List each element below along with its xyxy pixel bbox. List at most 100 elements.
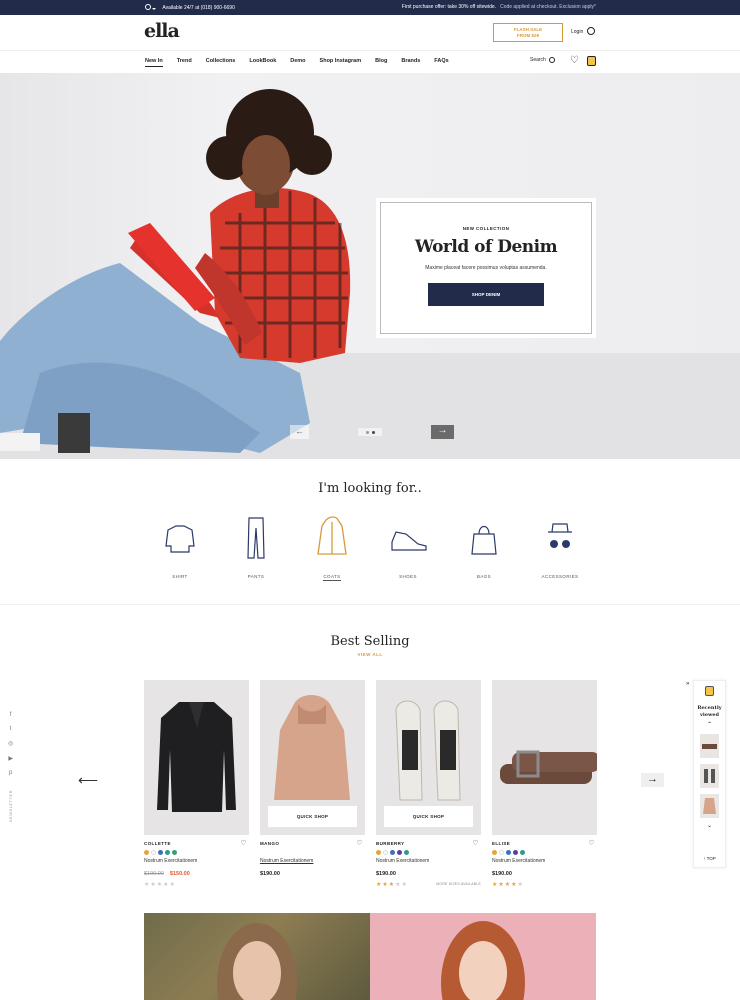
product-image[interactable] [492,680,597,835]
slide-dot[interactable] [365,430,369,434]
wishlist-heart-icon[interactable]: ♡ [588,839,595,847]
nav-item-lookbook[interactable]: LookBook [249,58,276,67]
product-card[interactable]: ELLISE ♡ Nostrum Exercitationem $190.00 ★… [492,680,597,888]
product-card[interactable]: QUICK SHOP MANGO ♡ Nostrum Exercitationem… [260,680,365,888]
chevron-down-icon [152,8,157,10]
youtube-icon[interactable]: ▶ [8,755,13,762]
category-bags[interactable]: BAGS [454,516,514,581]
recent-thumb-coat[interactable] [700,794,719,818]
products-prev-arrow-icon[interactable]: ⟵ [78,772,98,789]
login-link[interactable]: Login [571,29,583,35]
chevron-down-icon[interactable]: ⌄ [694,822,725,829]
top-announcement-bar: Available 24/7 at (018) 900-6690 First p… [0,0,740,15]
nav-item-blog[interactable]: Blog [375,58,387,67]
recently-viewed-panel: Recently viewed ⌃ ⌄ ↑ TOP [693,680,726,868]
product-brand: COLLETTE ♡ [144,839,247,847]
product-image[interactable]: QUICK SHOP [260,680,365,835]
instagram-icon[interactable]: ◎ [8,740,13,747]
product-price: $190.00 [492,871,512,877]
hero-title: World of Denim [414,237,558,257]
product-price: $190.00 [376,871,396,877]
product-brand: ELLISE ♡ [492,839,595,847]
nav-item-new-in[interactable]: New In [145,58,163,67]
hero-slider: NEW COLLECTION World of Denim Maxime pla… [0,73,740,459]
product-image[interactable] [144,680,249,835]
newsletter-link[interactable]: NEWSLETTER [8,790,13,822]
twitter-icon[interactable]: t [10,726,12,732]
search-button[interactable]: Search [530,57,555,63]
nav-item-trend[interactable]: Trend [177,58,192,67]
hero-prev-arrow-icon[interactable]: ← [290,425,309,439]
cart-bag-icon[interactable] [705,686,714,696]
hat-glasses-icon [548,523,572,548]
rating-stars: ★★★★★ [144,882,176,888]
color-swatches[interactable] [144,850,249,855]
product-name[interactable]: Nostrum Exercitationem [376,858,481,864]
back-to-top-button[interactable]: ↑ TOP [694,856,725,861]
recent-thumb-belt[interactable] [700,734,719,758]
recently-viewed-title: Recently viewed [697,705,722,718]
product-card[interactable]: QUICK SHOP BURBERRY ♡ Nostrum Exercitatio… [376,680,481,888]
chevron-up-icon[interactable]: ⌃ [694,721,725,728]
shop-denim-button[interactable]: SHOP DENIM [428,283,544,306]
quick-shop-button[interactable]: QUICK SHOP [384,806,473,827]
rating-stars: ★★★★★ [492,882,524,888]
best-selling-title: Best Selling [330,634,410,649]
wishlist-heart-icon[interactable]: ♡ [570,56,579,66]
nav-item-faqs[interactable]: FAQs [434,58,448,67]
product-image[interactable]: QUICK SHOP [376,680,481,835]
product-name[interactable]: Nostrum Exercitationem [144,858,249,864]
wishlist-heart-icon[interactable]: ♡ [240,839,247,847]
category-coats[interactable]: COATS [302,516,362,581]
nav-item-brands[interactable]: Brands [401,58,420,67]
color-swatches[interactable] [492,850,597,855]
products-next-arrow-icon[interactable]: → [641,773,664,787]
nav-item-collections[interactable]: Collections [206,58,236,67]
category-label: SHOES [399,574,417,579]
pinterest-icon[interactable]: p [9,770,12,776]
section-divider [0,604,740,605]
pants-icon [247,517,265,559]
availability-text: Available 24/7 at (018) 900-6690 [162,5,235,11]
wishlist-heart-icon[interactable]: ♡ [472,839,479,847]
globe-icon [145,4,151,10]
recent-thumb-sneakers[interactable] [700,764,719,788]
shoe-icon [391,531,427,551]
rating-stars: ★★★★★ MORE SIZES AVAILABLE [376,882,481,888]
nav-item-shop-instagram[interactable]: Shop Instagram [320,58,362,67]
category-shoes[interactable]: SHOES [378,516,438,581]
wishlist-heart-icon[interactable]: ♡ [356,839,363,847]
quick-shop-button[interactable]: QUICK SHOP [268,806,357,827]
nav-item-demo[interactable]: Demo [290,58,305,67]
hero-pagination [358,428,382,436]
language-selector[interactable] [145,4,157,12]
category-pants[interactable]: PANTS [226,516,286,581]
category-label: COATS [323,574,341,581]
user-icon[interactable] [587,27,595,35]
logo[interactable]: ella [144,20,180,42]
product-carousel: COLLETTE ♡ Nostrum Exercitationem $190.00… [144,680,597,888]
category-label: ACCESSORIES [541,574,579,579]
category-accessories[interactable]: ACCESSORIES [530,516,590,581]
category-shirt[interactable]: SHIRT [150,516,210,581]
recently-viewed-toggle-icon[interactable]: » [686,681,689,687]
flash-sale-line2: FROM $29 [516,33,539,38]
hero-promo-card: NEW COLLECTION World of Denim Maxime pla… [376,198,596,338]
banner-image-right[interactable] [370,913,596,1000]
bag-icon [471,525,497,555]
product-brand: MANGO ♡ [260,839,363,847]
facebook-icon[interactable]: f [10,712,12,718]
product-card[interactable]: COLLETTE ♡ Nostrum Exercitationem $190.00… [144,680,249,888]
color-swatches[interactable] [376,850,481,855]
view-all-link[interactable]: VIEW ALL [0,652,740,657]
category-list: SHIRT PANTS COATS SHOES BAGS ACCESSORIES [150,516,590,581]
slide-dot-active[interactable] [371,430,375,434]
social-sidebar: f t ◎ ▶ p NEWSLETTER [8,712,13,822]
flash-sale-button[interactable]: FLASH SALE FROM $29 [493,23,563,42]
hero-model-image [0,89,351,453]
banner-image-left[interactable] [144,913,370,1000]
cart-bag-icon[interactable] [587,56,596,66]
product-name[interactable]: Nostrum Exercitationem [492,858,597,864]
product-name[interactable]: Nostrum Exercitationem [260,858,365,864]
hero-next-arrow-icon[interactable]: → [431,425,454,439]
